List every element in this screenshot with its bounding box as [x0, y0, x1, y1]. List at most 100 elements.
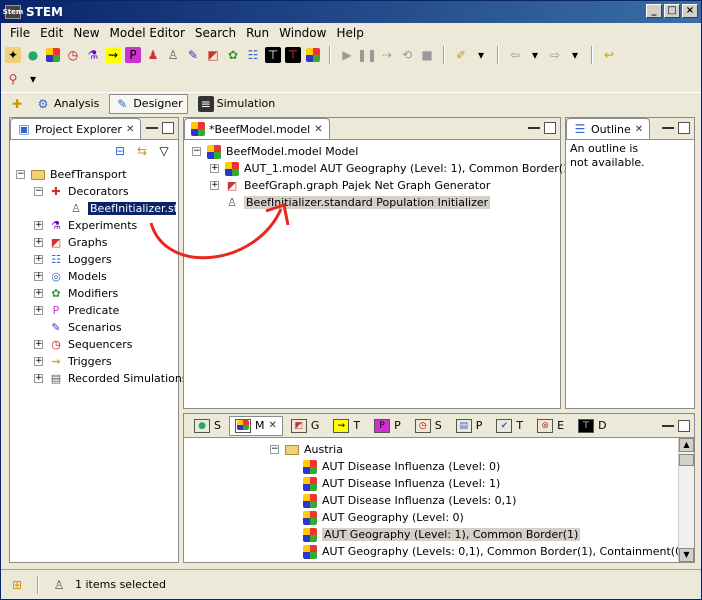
- tree-item[interactable]: ✎ Scenarios: [48, 319, 121, 336]
- sequencer-icon[interactable]: ◷: [65, 47, 81, 63]
- tree-item[interactable]: AUT Disease Influenza (Levels: 0,1): [302, 492, 516, 509]
- tree-item[interactable]: − BeefTransport: [16, 166, 127, 183]
- tree-item[interactable]: + ◎ Models: [34, 268, 107, 285]
- tree-item[interactable]: + ✿ Modifiers: [34, 285, 118, 302]
- tree-item[interactable]: AUT Geography (Level: 1), Common Border(…: [302, 526, 581, 543]
- expand-toggle[interactable]: +: [34, 238, 43, 247]
- collapse-toggle[interactable]: −: [192, 147, 201, 156]
- scenario-icon[interactable]: ✎: [185, 47, 201, 63]
- minimize-view-button[interactable]: [528, 122, 540, 129]
- expand-toggle[interactable]: +: [210, 164, 219, 173]
- menu-search[interactable]: Search: [190, 26, 241, 40]
- perspective-designer[interactable]: ✎ Designer: [109, 93, 188, 114]
- menu-run[interactable]: Run: [241, 26, 274, 40]
- expand-toggle[interactable]: +: [34, 289, 43, 298]
- tab-t2[interactable]: ✔ T: [490, 416, 529, 436]
- menu-help[interactable]: Help: [331, 26, 368, 40]
- tree-item[interactable]: + ◩ Graphs: [34, 234, 107, 251]
- collapse-toggle[interactable]: −: [16, 170, 25, 179]
- tab-p[interactable]: PP: [368, 416, 407, 436]
- close-icon[interactable]: ✕: [314, 124, 322, 135]
- tab-s2[interactable]: ◷ S: [409, 416, 448, 436]
- maximize-button[interactable]: □: [664, 4, 680, 18]
- open-perspective-icon[interactable]: ✚: [9, 96, 25, 112]
- perspective-analysis[interactable]: ⚙ Analysis: [31, 95, 103, 113]
- maximize-view-button[interactable]: [678, 122, 690, 134]
- model-icon[interactable]: [45, 47, 61, 63]
- menu-model-editor[interactable]: Model Editor: [105, 26, 190, 40]
- tree-item[interactable]: + AUT_1.model AUT Geography (Level: 1), C…: [210, 160, 574, 177]
- experiment-icon[interactable]: ⚗: [85, 47, 101, 63]
- maximize-view-button[interactable]: [162, 122, 174, 134]
- tree-item[interactable]: ♙ BeefInitializer.standard: [68, 200, 176, 217]
- tab-e[interactable]: ⊗ E: [531, 416, 570, 436]
- tab-d[interactable]: ⊤ D: [572, 416, 612, 436]
- tab-m[interactable]: M ✕: [228, 415, 283, 436]
- tree-item[interactable]: AUT Disease Influenza (Level: 1): [302, 475, 500, 492]
- chevron-down-icon[interactable]: ▾: [25, 71, 41, 87]
- minimize-button[interactable]: _: [646, 4, 662, 18]
- expand-toggle[interactable]: +: [210, 181, 219, 190]
- perspective-simulation[interactable]: ≡ Simulation: [194, 95, 280, 113]
- close-icon[interactable]: ✕: [268, 420, 276, 431]
- tree-item[interactable]: − BeefModel.model Model: [192, 143, 358, 160]
- maximize-view-button[interactable]: [544, 122, 556, 134]
- scroll-down-button[interactable]: ▼: [679, 548, 694, 562]
- menu-window[interactable]: Window: [274, 26, 331, 40]
- chevron-down-icon[interactable]: ▾: [473, 47, 489, 63]
- close-button[interactable]: ×: [682, 4, 698, 18]
- tab-g[interactable]: ◩ G: [285, 416, 326, 436]
- population-icon[interactable]: ♙: [165, 47, 181, 63]
- tab-t[interactable]: ⇝ T: [327, 416, 366, 436]
- tree-item[interactable]: + ▤ Recorded Simulations: [34, 370, 188, 387]
- expand-toggle[interactable]: +: [34, 374, 43, 383]
- decorator-icon[interactable]: ♟: [145, 47, 161, 63]
- search-icon[interactable]: ⚲: [5, 71, 21, 87]
- collapse-toggle[interactable]: −: [270, 445, 279, 454]
- trigger-icon[interactable]: ⇝: [105, 47, 121, 63]
- tree-item[interactable]: AUT Geography (Levels: 0,1), Common Bord…: [302, 543, 694, 560]
- expand-toggle[interactable]: +: [34, 255, 43, 264]
- tab-outline[interactable]: ☰ Outline ✕: [566, 118, 651, 139]
- map-icon[interactable]: [305, 47, 321, 63]
- tree-item[interactable]: + P Predicate: [34, 302, 119, 319]
- tree-item[interactable]: + ◩ BeefGraph.graph Pajek Net Graph Genera…: [210, 177, 490, 194]
- expand-toggle[interactable]: +: [34, 306, 43, 315]
- tree-item[interactable]: − Austria: [270, 441, 343, 458]
- tree-item[interactable]: + ☷ Loggers: [34, 251, 112, 268]
- predicate-icon[interactable]: P: [125, 47, 141, 63]
- collapse-all-icon[interactable]: ⊟: [112, 143, 128, 159]
- nav-forward-icon[interactable]: ⇨: [547, 47, 563, 63]
- chevron-down-icon[interactable]: ▾: [567, 47, 583, 63]
- expand-toggle[interactable]: +: [34, 340, 43, 349]
- pause-icon[interactable]: ❚❚: [357, 47, 377, 63]
- close-icon[interactable]: ✕: [635, 124, 643, 135]
- chevron-down-icon[interactable]: ▾: [527, 47, 543, 63]
- menu-new[interactable]: New: [68, 26, 104, 40]
- tree-item[interactable]: − ✚ Decorators: [34, 183, 129, 200]
- menu-file[interactable]: File: [5, 26, 35, 40]
- tree-item[interactable]: + ◷ Sequencers: [34, 336, 133, 353]
- tree-item[interactable]: ♙ BeefInitializer.standard Population Ini…: [224, 194, 491, 211]
- tab-s[interactable]: ● S: [188, 416, 227, 436]
- minimize-view-button[interactable]: [662, 420, 674, 427]
- graph-icon[interactable]: ◩: [205, 47, 221, 63]
- minimize-view-button[interactable]: [146, 122, 158, 129]
- tab-beefmodel[interactable]: *BeefModel.model ✕: [184, 118, 330, 139]
- tab-p2[interactable]: ▤ P: [450, 416, 489, 436]
- recorder-icon[interactable]: ⊤: [265, 47, 281, 63]
- reset-icon[interactable]: ⟲: [399, 47, 415, 63]
- new-project-icon[interactable]: ✦: [5, 47, 21, 63]
- tab-project-explorer[interactable]: ▣ Project Explorer ✕: [10, 118, 142, 139]
- nav-back-icon[interactable]: ⇦: [507, 47, 523, 63]
- fast-view-icon[interactable]: ⊞: [9, 577, 25, 593]
- stop-icon[interactable]: ■: [419, 47, 435, 63]
- close-icon[interactable]: ✕: [126, 124, 134, 135]
- collapse-toggle[interactable]: −: [34, 187, 43, 196]
- tree-item[interactable]: AUT Geography (Level: 0): [302, 509, 464, 526]
- expand-toggle[interactable]: +: [34, 221, 43, 230]
- scroll-thumb[interactable]: [679, 454, 694, 466]
- tree-item[interactable]: + ⚗ Experiments: [34, 217, 137, 234]
- menu-edit[interactable]: Edit: [35, 26, 68, 40]
- expand-toggle[interactable]: +: [34, 272, 43, 281]
